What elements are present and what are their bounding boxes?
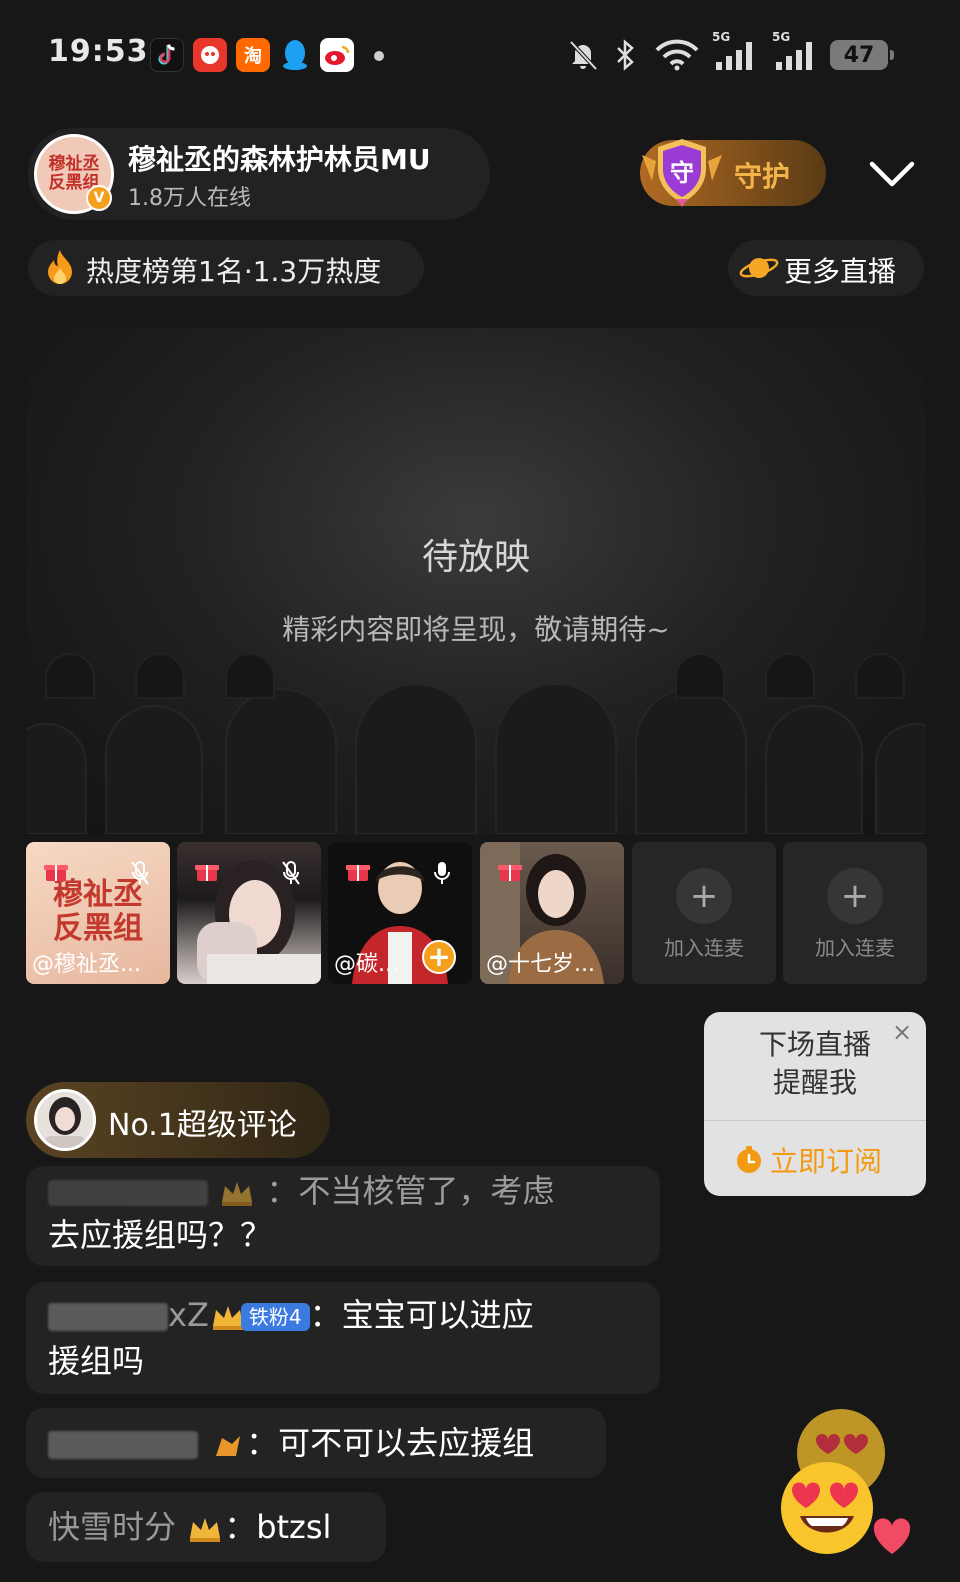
gift-icon	[195, 865, 219, 881]
chat-message[interactable]: ：不当核管了，考虑 去应援组吗？？	[26, 1166, 660, 1266]
taobao-icon: 淘	[236, 38, 270, 72]
follow-plus-icon[interactable]: +	[422, 940, 456, 974]
status-time: 19:53	[48, 34, 149, 69]
wifi-icon	[654, 38, 700, 72]
gift-icon	[498, 865, 522, 881]
gift-icon	[44, 865, 68, 881]
chat-text: ：宝宝可以进应	[309, 1296, 534, 1334]
theater-seats-decoration	[26, 653, 926, 834]
chat-text: ：可不可以去应援组	[246, 1424, 535, 1462]
gift-icon	[346, 865, 370, 881]
signal-1-icon: 5G	[712, 30, 760, 72]
subscribe-label: 立即订阅	[770, 1145, 883, 1178]
app-icon	[193, 38, 227, 72]
chevron-down-icon[interactable]	[866, 152, 918, 196]
join-mic-label: 加入连麦	[664, 936, 744, 960]
mic-muted-icon	[131, 861, 149, 885]
bluetooth-icon	[614, 38, 636, 72]
super-comment-label: No.1超级评论	[108, 1108, 297, 1143]
mic-muted-icon	[282, 861, 300, 885]
qq-icon	[278, 38, 312, 72]
join-mic-slot-2[interactable]: + 加入连麦	[783, 842, 927, 984]
cohost-name: @碳...	[334, 952, 399, 977]
cohost-slot-4[interactable]: @十七岁...	[480, 842, 624, 984]
video-status-title: 待放映	[421, 537, 530, 578]
chat-text-line2-a: 去应	[48, 1216, 113, 1254]
chat-message[interactable]: 快雪时分 ：btzsl	[26, 1492, 386, 1562]
chat-message[interactable]: ：可不可以去应援组	[26, 1408, 606, 1478]
crown-icon	[222, 1182, 253, 1206]
battery-indicator: 47	[830, 38, 894, 72]
cohost-slot-3[interactable]: + @碳...	[328, 842, 472, 984]
crown-icon	[190, 1518, 221, 1542]
guard-shield-icon: 守	[642, 139, 722, 207]
subscribe-button[interactable]: 立即订阅	[734, 1140, 882, 1180]
fan-level-badge: 铁粉4	[240, 1303, 310, 1331]
signal-2-icon: 5G	[772, 30, 820, 72]
weibo-icon	[320, 38, 354, 72]
mic-icon	[434, 862, 450, 884]
join-mic-slot-1[interactable]: + 加入连麦	[632, 842, 776, 984]
host-name: 穆祉丞的森林护林员MU	[128, 143, 431, 176]
plus-icon: +	[827, 868, 883, 924]
douyin-icon	[150, 38, 184, 72]
cohost-name: @十七岁...	[486, 952, 595, 977]
cohost-slot-1[interactable]: 穆祉丞反黑组 @穆祉丞...	[26, 842, 170, 984]
cohost-banner-text: 穆祉丞反黑组	[53, 877, 143, 946]
planet-icon	[739, 258, 779, 278]
subscribe-reminder-text: 下场直播 提醒我	[704, 1026, 926, 1102]
join-mic-label: 加入连麦	[815, 936, 895, 960]
fan-level-icon	[216, 1436, 241, 1456]
chat-username-suffix: xZ	[168, 1296, 209, 1334]
divider	[704, 1120, 926, 1121]
blurred-username	[48, 1180, 208, 1206]
cohost-name: @穆祉丞...	[32, 952, 141, 977]
subscribe-line-1: 下场直播	[758, 1028, 871, 1061]
online-count: 1.8万人在线	[128, 186, 251, 211]
chat-text-partial: ：不当核管了，考虑	[266, 1172, 555, 1210]
hot-rank-text: 热度榜第1名·1.3万热度	[86, 255, 382, 288]
super-comment-avatar	[34, 1089, 96, 1151]
heart-eyes-emoji-icon	[781, 1462, 873, 1554]
video-player[interactable]: 待放映 精彩内容即将呈现，敬请期待~	[26, 328, 926, 834]
blurred-username	[48, 1303, 168, 1331]
notification-dot	[374, 51, 384, 61]
chat-message[interactable]: xZ 铁粉4 ：宝宝可以进应 援组吗	[26, 1282, 660, 1394]
timer-icon	[737, 1146, 761, 1173]
fire-icon	[48, 250, 72, 284]
verified-icon: V	[86, 185, 112, 211]
subscribe-line-2: 提醒我	[772, 1066, 857, 1099]
plus-icon: +	[676, 868, 732, 924]
more-live-label: 更多直播	[784, 255, 897, 288]
video-status-subtitle: 精彩内容即将呈现，敬请期待~	[282, 613, 670, 646]
guard-label: 守护	[734, 160, 791, 193]
blurred-username	[48, 1431, 198, 1459]
chat-username: 快雪时分	[48, 1508, 177, 1546]
chat-text-line2: 援组吗	[48, 1342, 145, 1380]
cohost-slot-2[interactable]	[177, 842, 321, 984]
heart-icon	[873, 1518, 911, 1554]
chat-text: ：btzsl	[224, 1508, 332, 1546]
chat-text-line2-b: 援组吗？？	[112, 1216, 273, 1254]
battery-level: 47	[830, 40, 894, 70]
guard-shield-char: 守	[670, 159, 694, 187]
mute-icon	[566, 38, 600, 72]
